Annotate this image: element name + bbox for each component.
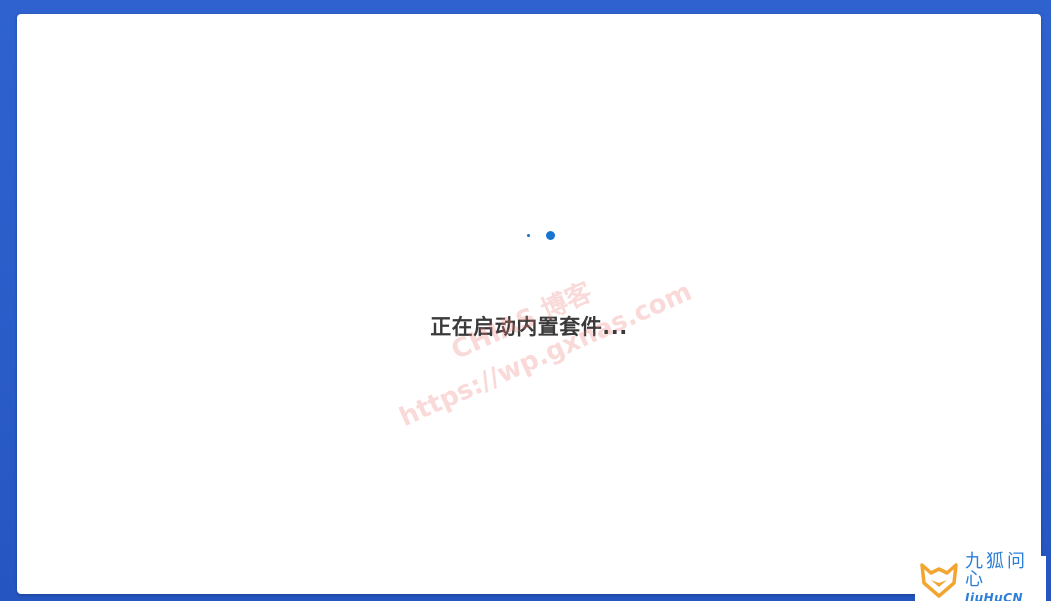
fox-logo-icon — [920, 562, 958, 598]
logo-text: 九狐问心 JiuHuCN — [965, 553, 1046, 601]
logo-name-en: JiuHuCN — [965, 591, 1024, 601]
loading-status-text: 正在启动内置套件... — [430, 315, 628, 339]
loading-panel — [17, 14, 1041, 594]
corner-logo: 九狐问心 JiuHuCN — [915, 553, 1046, 601]
logo-name-cn: 九狐问心 — [965, 551, 1028, 590]
